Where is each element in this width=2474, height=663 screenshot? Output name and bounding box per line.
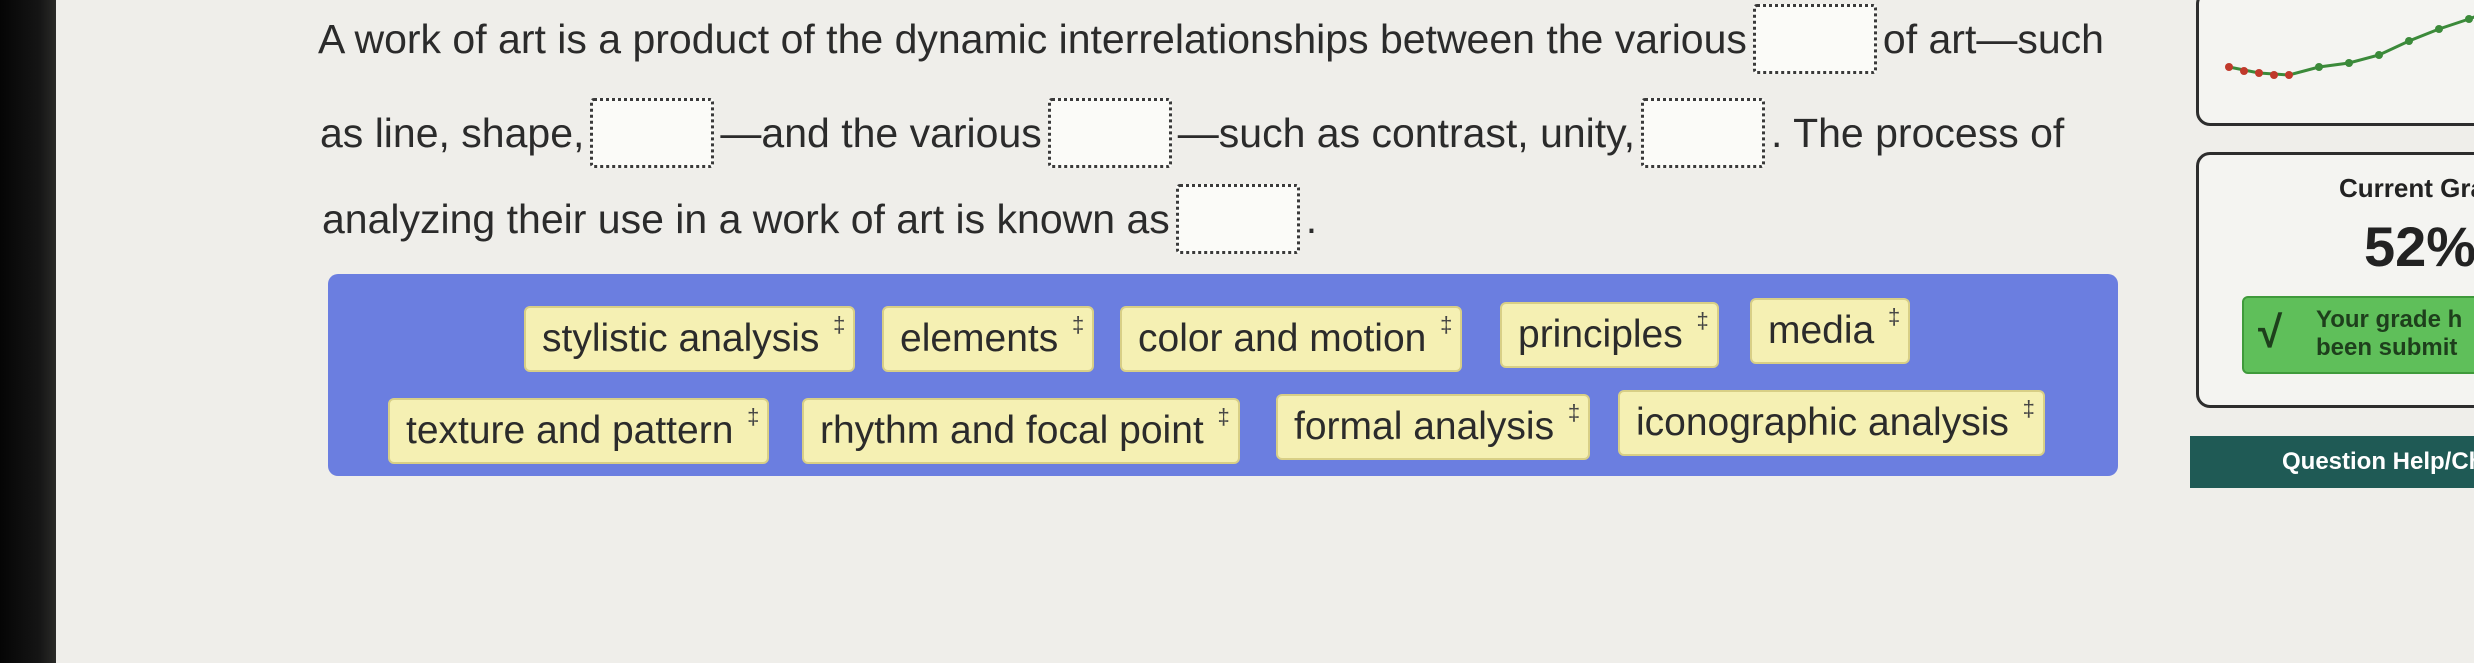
move-plus-icon: ‡ bbox=[2022, 396, 2035, 421]
move-plus-icon: ‡ bbox=[747, 404, 760, 429]
progress-sparkline bbox=[2225, 15, 2474, 79]
chip-label: formal analysis bbox=[1294, 405, 1555, 448]
chip-color-and-motion[interactable]: color and motion ‡ bbox=[1120, 306, 1463, 372]
grade-status-text: Your grade h been submit bbox=[2316, 306, 2462, 362]
device-bezel bbox=[0, 0, 56, 663]
drop-blank-5[interactable] bbox=[1175, 184, 1300, 254]
question-line-3: analyzing their use in a work of art is … bbox=[322, 184, 1317, 254]
chip-iconographic-analysis[interactable]: iconographic analysis ‡ bbox=[1618, 390, 2045, 456]
question-text-2a: as line, shape, bbox=[320, 109, 585, 156]
chip-label: color and motion bbox=[1138, 317, 1427, 360]
question-text-2d: . The process of bbox=[1771, 109, 2065, 156]
chip-texture-and-pattern[interactable]: texture and pattern ‡ bbox=[388, 398, 770, 464]
drop-blank-2[interactable] bbox=[590, 98, 715, 168]
question-help-button[interactable]: Question Help/Ch bbox=[2190, 436, 2474, 488]
status-line-1: Your grade h bbox=[2316, 306, 2463, 333]
progress-graph-panel bbox=[2196, 0, 2474, 126]
drop-blank-3[interactable] bbox=[1047, 98, 1172, 168]
chip-elements[interactable]: elements ‡ bbox=[882, 306, 1095, 372]
check-icon: √ bbox=[2258, 308, 2283, 357]
chip-label: stylistic analysis bbox=[542, 317, 820, 360]
move-plus-icon: ‡ bbox=[1887, 304, 1901, 329]
chip-label: media bbox=[1768, 309, 1875, 352]
chip-label: texture and pattern bbox=[406, 409, 734, 452]
question-text-3b: . bbox=[1305, 195, 1318, 242]
move-plus-icon: ‡ bbox=[1440, 312, 1453, 337]
chip-stylistic-analysis[interactable]: stylistic analysis ‡ bbox=[524, 306, 856, 372]
chip-label: iconographic analysis bbox=[1636, 401, 2009, 444]
chip-label: elements bbox=[900, 317, 1059, 360]
current-grade-value: 52% bbox=[2364, 215, 2474, 278]
grade-submitted-status: √ Your grade h been submit bbox=[2242, 296, 2474, 374]
chip-formal-analysis[interactable]: formal analysis ‡ bbox=[1276, 394, 1591, 460]
chip-label: rhythm and focal point bbox=[820, 409, 1204, 452]
move-plus-icon: ‡ bbox=[1567, 400, 1581, 425]
question-text-3a: analyzing their use in a work of art is … bbox=[322, 195, 1170, 242]
move-plus-icon: ‡ bbox=[1217, 404, 1230, 429]
question-line-1: A work of art is a product of the dynami… bbox=[318, 4, 2104, 74]
move-plus-icon: ‡ bbox=[1072, 312, 1085, 337]
question-text-2b: —and the various bbox=[720, 109, 1042, 156]
move-plus-icon: ‡ bbox=[1696, 308, 1709, 333]
question-line-2: as line, shape, —and the various —such a… bbox=[320, 98, 2064, 168]
chip-media[interactable]: media ‡ bbox=[1750, 298, 1911, 364]
chip-rhythm-and-focal-point[interactable]: rhythm and focal point ‡ bbox=[802, 398, 1240, 464]
drop-blank-4[interactable] bbox=[1641, 98, 1766, 168]
chip-label: principles bbox=[1518, 313, 1683, 356]
question-text-1a: A work of art is a product of the dynami… bbox=[318, 15, 1747, 62]
chip-principles[interactable]: principles ‡ bbox=[1500, 302, 1719, 368]
status-line-2: been submit bbox=[2316, 334, 2458, 361]
question-text-1b: of art—such bbox=[1882, 15, 2104, 62]
drop-blank-1[interactable] bbox=[1752, 4, 1877, 74]
question-text-2c: —such as contrast, unity, bbox=[1177, 109, 1636, 156]
move-plus-icon: ‡ bbox=[833, 312, 846, 337]
current-grade-title: Current Gra bbox=[2339, 173, 2474, 203]
